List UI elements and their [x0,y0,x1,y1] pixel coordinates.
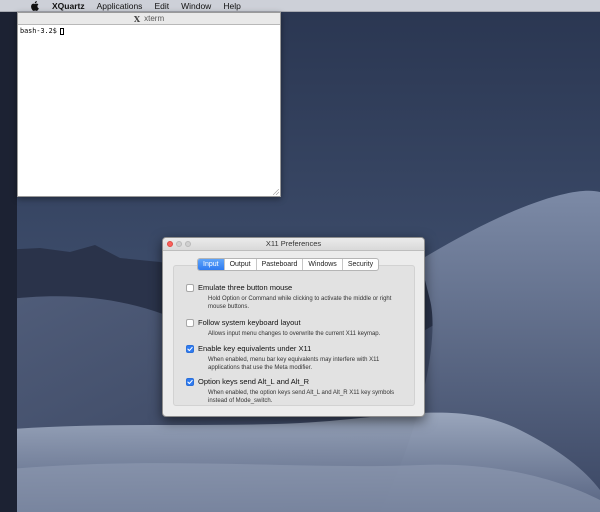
window-controls [167,241,194,247]
xterm-title: xterm [144,14,165,23]
key-equivalents-checkbox[interactable] [186,344,194,353]
checkmark-icon [187,379,193,384]
menu-help[interactable]: Help [223,0,240,12]
minimize-button[interactable] [176,241,182,247]
alt-keys-checkbox[interactable] [186,377,194,386]
apple-icon[interactable] [28,0,40,12]
option-description: When enabled, the option keys send Alt_L… [208,390,395,404]
menu-applications[interactable]: Applications [97,0,143,12]
shell-prompt: bash-3.2$ [20,27,57,35]
menu-edit[interactable]: Edit [154,0,169,12]
resize-grip-icon[interactable] [273,189,279,195]
tab-security[interactable]: Security [343,259,378,270]
tab-windows[interactable]: Windows [303,259,343,270]
terminal-cursor [59,27,64,35]
close-button[interactable] [167,241,173,247]
preferences-tab-bar: Input Output Pasteboard Windows Security [197,258,380,271]
menu-app-name[interactable]: XQuartz [52,0,85,12]
menu-bar: XQuartz Applications Edit Window Help [0,0,600,12]
input-settings-panel: Emulate three button mouse Hold Option o… [173,265,415,406]
follow-keyboard-layout-checkbox[interactable] [186,318,194,327]
tab-output[interactable]: Output [225,259,257,270]
menu-window[interactable]: Window [181,0,211,12]
option-description: Allows input menu changes to overwrite t… [208,331,381,337]
checkmark-icon [187,346,193,351]
option-label: Emulate three button mouse [198,283,293,292]
xterm-titlebar[interactable]: X xterm [18,13,280,25]
option-description: When enabled, menu bar key equivalents m… [208,357,380,371]
tab-pasteboard[interactable]: Pasteboard [257,259,304,270]
desktop-edge [0,12,17,512]
zoom-button[interactable] [185,241,191,247]
emulate-three-button-checkbox[interactable] [186,283,194,292]
option-key-equivalents: Enable key equivalents under X11 When en… [186,344,408,372]
preferences-titlebar[interactable]: X11 Preferences [163,238,424,251]
option-follow-keyboard-layout: Follow system keyboard layout Allows inp… [186,318,408,338]
tab-input[interactable]: Input [198,259,225,270]
option-label: Follow system keyboard layout [198,318,301,327]
option-alt-keys: Option keys send Alt_L and Alt_R When en… [186,377,408,405]
x11-icon: X [133,13,141,24]
xterm-window[interactable]: X xterm bash-3.2$ [17,12,281,197]
option-emulate-three-button: Emulate three button mouse Hold Option o… [186,283,408,311]
preferences-window[interactable]: X11 Preferences Emulate three button mou… [162,237,425,417]
option-description: Hold Option or Command while clicking to… [208,296,392,310]
option-label: Enable key equivalents under X11 [198,344,312,353]
preferences-title: X11 Preferences [265,239,322,248]
option-label: Option keys send Alt_L and Alt_R [198,377,310,386]
terminal-area[interactable]: bash-3.2$ [18,25,280,37]
